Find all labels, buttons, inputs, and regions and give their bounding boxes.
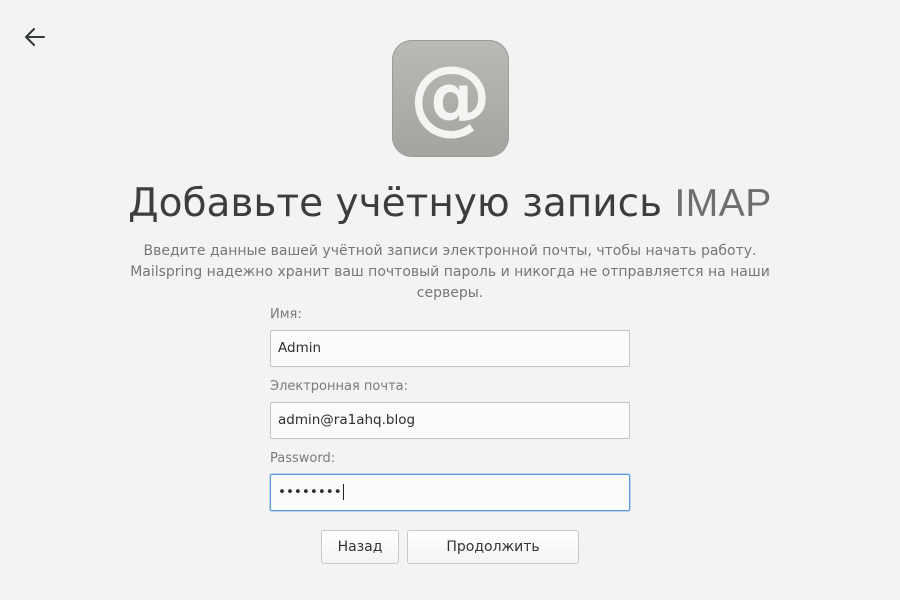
password-input[interactable]: •••••••• <box>270 474 630 511</box>
at-sign-icon: @ <box>392 40 509 157</box>
title-accent: IMAP <box>674 182 772 225</box>
logo-glyph: @ <box>410 49 492 144</box>
back-arrow-icon[interactable] <box>22 24 48 50</box>
text-cursor <box>342 484 344 500</box>
password-field-group: Password: •••••••• <box>270 450 630 522</box>
continue-button[interactable]: Продолжить <box>407 530 579 564</box>
name-label: Имя: <box>270 307 302 322</box>
imap-setup-page: @ Добавьте учётную запись IMAP Введите д… <box>0 0 900 600</box>
password-value: •••••••• <box>278 484 342 500</box>
email-input[interactable]: admin@ra1ahq.blog <box>270 402 630 439</box>
account-form: Имя: Admin Электронная почта: admin@ra1a… <box>270 306 630 522</box>
name-input[interactable]: Admin <box>270 330 630 367</box>
back-button[interactable]: Назад <box>321 530 399 564</box>
email-field-group: Электронная почта: admin@ra1ahq.blog <box>270 378 630 450</box>
page-title: Добавьте учётную запись IMAP <box>0 178 900 230</box>
page-subtitle: Введите данные вашей учётной записи элек… <box>130 243 770 301</box>
name-field-group: Имя: Admin <box>270 306 630 378</box>
email-label: Электронная почта: <box>270 379 408 394</box>
password-label: Password: <box>270 451 336 466</box>
title-main: Добавьте учётную запись <box>128 181 675 226</box>
